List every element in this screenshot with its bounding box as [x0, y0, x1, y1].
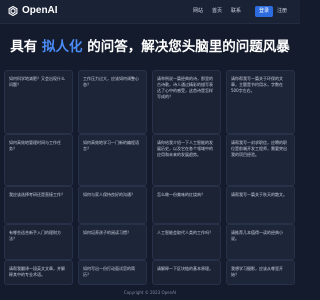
- question-card[interactable]: 如何高效地管理时间与工作任务？: [4, 134, 73, 186]
- question-card[interactable]: 有哪些适合新手入门的理财方法？: [4, 224, 73, 260]
- logo-text: OpenAI: [22, 5, 58, 16]
- hero-headline: 具有 拟人化 的问答，解决您头脑里的问题风暴: [0, 38, 300, 56]
- question-card[interactable]: 请帮我翻译一段英文文章，并解释其中的专业术语。: [4, 260, 73, 285]
- question-card[interactable]: 人工智能会取代人类的工作吗？: [152, 224, 221, 260]
- hero-text-before: 具有: [10, 39, 38, 55]
- top-navigation-bar: OpenAI 网站 首页 联系 登录 注册: [0, 0, 300, 24]
- question-card[interactable]: 如何高效地学习一门新的编程语言？: [78, 134, 147, 186]
- question-card[interactable]: 如何写出一份打动面试官的简历？: [78, 260, 147, 285]
- nav-item-home[interactable]: 首页: [209, 7, 225, 16]
- hero-text-after: 的问答，解决您头脑里的问题风暴: [87, 39, 290, 55]
- register-button[interactable]: 注册: [273, 6, 291, 17]
- question-card[interactable]: 我想学习摄影，应该从哪里开始？: [226, 260, 295, 285]
- auth-buttons: 登录 注册: [255, 6, 291, 17]
- question-card[interactable]: 请举例说一篇经典的诗，那里的古诗歌，诗人通过精彩的描写表达了心中的感受，这首诗是…: [152, 70, 221, 134]
- question-card[interactable]: 如何培养孩子的阅读习惯？: [78, 224, 147, 260]
- logo[interactable]: OpenAI: [7, 5, 58, 17]
- main-nav: 网站 首页 联系: [190, 7, 247, 16]
- question-card[interactable]: 我应该选择考研还是直接工作？: [4, 186, 73, 224]
- question-card[interactable]: 请你帮我写一篇关于环保的文章，主题是节约用水，字数在500字左右。: [226, 70, 295, 134]
- login-button[interactable]: 登录: [255, 6, 274, 17]
- question-card[interactable]: 请你给我介绍一下人工智能的发展历史，以及它在各个领域中的应用和未来的发展趋势。: [152, 134, 221, 186]
- hero-text-highlight: 拟人化: [42, 39, 83, 55]
- question-card-grid: 如何科学地减肥？又会出现什么问题？ 工作压力过大，应该如何调整心态？ 请举例说一…: [4, 70, 296, 285]
- question-card[interactable]: 请推荐几本值得一读的经典小说。: [226, 224, 295, 260]
- question-card[interactable]: 如何与家人保持良好的沟通？: [78, 186, 147, 224]
- question-card[interactable]: 请帮我写一封求职信，应聘的职位是前端开发工程师，需要突出我的项目经验。: [226, 134, 295, 186]
- footer-copyright: Copyright © 2023 OpenAI: [123, 290, 177, 295]
- openai-logo-icon: [8, 5, 18, 17]
- nav-item-contact[interactable]: 联系: [228, 7, 244, 16]
- nav-item-website[interactable]: 网站: [190, 7, 206, 16]
- question-card[interactable]: 请解释一下区块链的基本原理。: [152, 260, 221, 285]
- question-card[interactable]: 请帮我写一篇关于秋天的散文。: [226, 186, 295, 224]
- question-card[interactable]: 如何科学地减肥？又会出现什么问题？: [4, 70, 73, 134]
- question-card[interactable]: 工作压力过大，应该如何调整心态？: [78, 70, 147, 134]
- question-card[interactable]: 怎么做一份美味的红烧肉？: [152, 186, 221, 224]
